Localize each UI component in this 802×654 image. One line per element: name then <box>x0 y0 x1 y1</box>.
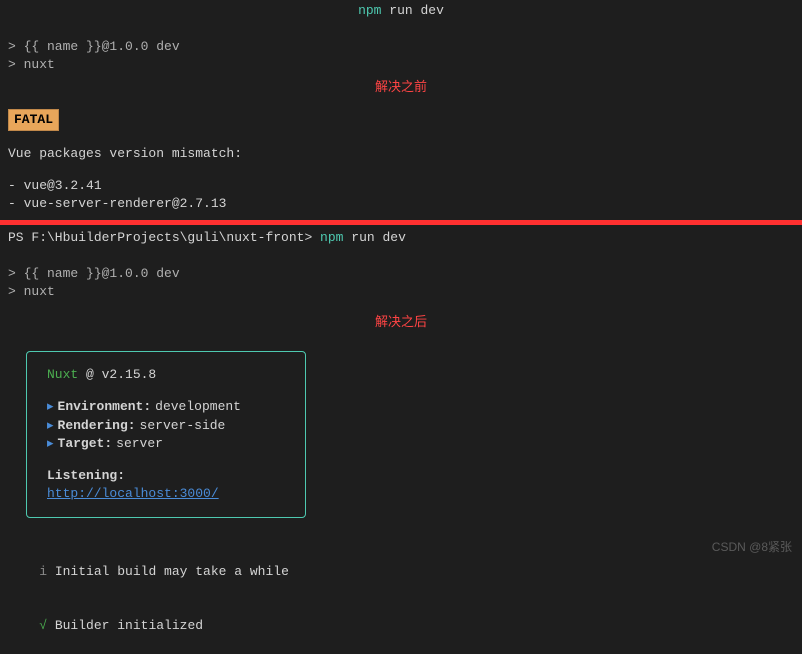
arrow-icon: ▸ <box>47 417 54 435</box>
pkg-vue-server-renderer: - vue-server-renderer@2.7.13 <box>8 195 802 213</box>
env-value: development <box>155 398 241 416</box>
info-icon: i <box>39 564 47 579</box>
npm-args: run dev <box>381 3 443 18</box>
output-block-1: > {{ name }}@1.0.0 dev > nuxt <box>0 34 802 74</box>
prompt-line[interactable]: PS F:\HbuilderProjects\guli\nuxt-front> … <box>0 225 802 247</box>
status-block: i Initial build may take a while √ Build… <box>0 540 802 653</box>
nuxt-line-2: > nuxt <box>8 283 802 301</box>
build-wait-msg: Initial build may take a while <box>47 564 289 579</box>
watermark: CSDN @8紧张 <box>712 539 792 556</box>
builder-init-msg: Builder initialized <box>47 618 203 633</box>
nuxt-info-box: Nuxt @ v2.15.8 ▸ Environment: developmen… <box>26 351 306 518</box>
annotation-after: 解决之后 <box>0 301 802 333</box>
render-value: server-side <box>140 417 226 435</box>
error-block: Vue packages version mismatch: - vue@3.2… <box>0 141 802 214</box>
top-command: npm run dev <box>0 0 802 20</box>
output-block-2: > {{ name }}@1.0.0 dev > nuxt <box>0 261 802 301</box>
cmd-args: run dev <box>343 230 405 245</box>
cmd-npm: npm <box>312 230 343 245</box>
pkg-vue: - vue@3.2.41 <box>8 177 802 195</box>
nuxt-name: Nuxt <box>47 367 78 382</box>
target-label: Target: <box>58 435 113 453</box>
render-label: Rendering: <box>58 417 136 435</box>
npm-text: npm <box>358 3 381 18</box>
check-icon: √ <box>39 618 47 633</box>
env-label: Environment: <box>58 398 152 416</box>
dev-line-2: > {{ name }}@1.0.0 dev <box>8 265 802 283</box>
listening-url[interactable]: http://localhost:3000/ <box>47 486 219 501</box>
listening-label: Listening: <box>47 468 125 483</box>
nuxt-version: @ v2.15.8 <box>78 367 156 382</box>
ps-path: PS F:\HbuilderProjects\guli\nuxt-front> <box>8 230 312 245</box>
arrow-icon: ▸ <box>47 435 54 453</box>
dev-line: > {{ name }}@1.0.0 dev <box>8 38 802 56</box>
arrow-icon: ▸ <box>47 398 54 416</box>
fatal-badge: FATAL <box>8 109 59 131</box>
mismatch-title: Vue packages version mismatch: <box>8 145 802 163</box>
target-value: server <box>116 435 163 453</box>
nuxt-line: > nuxt <box>8 56 802 74</box>
annotation-before: 解决之前 <box>0 75 802 99</box>
